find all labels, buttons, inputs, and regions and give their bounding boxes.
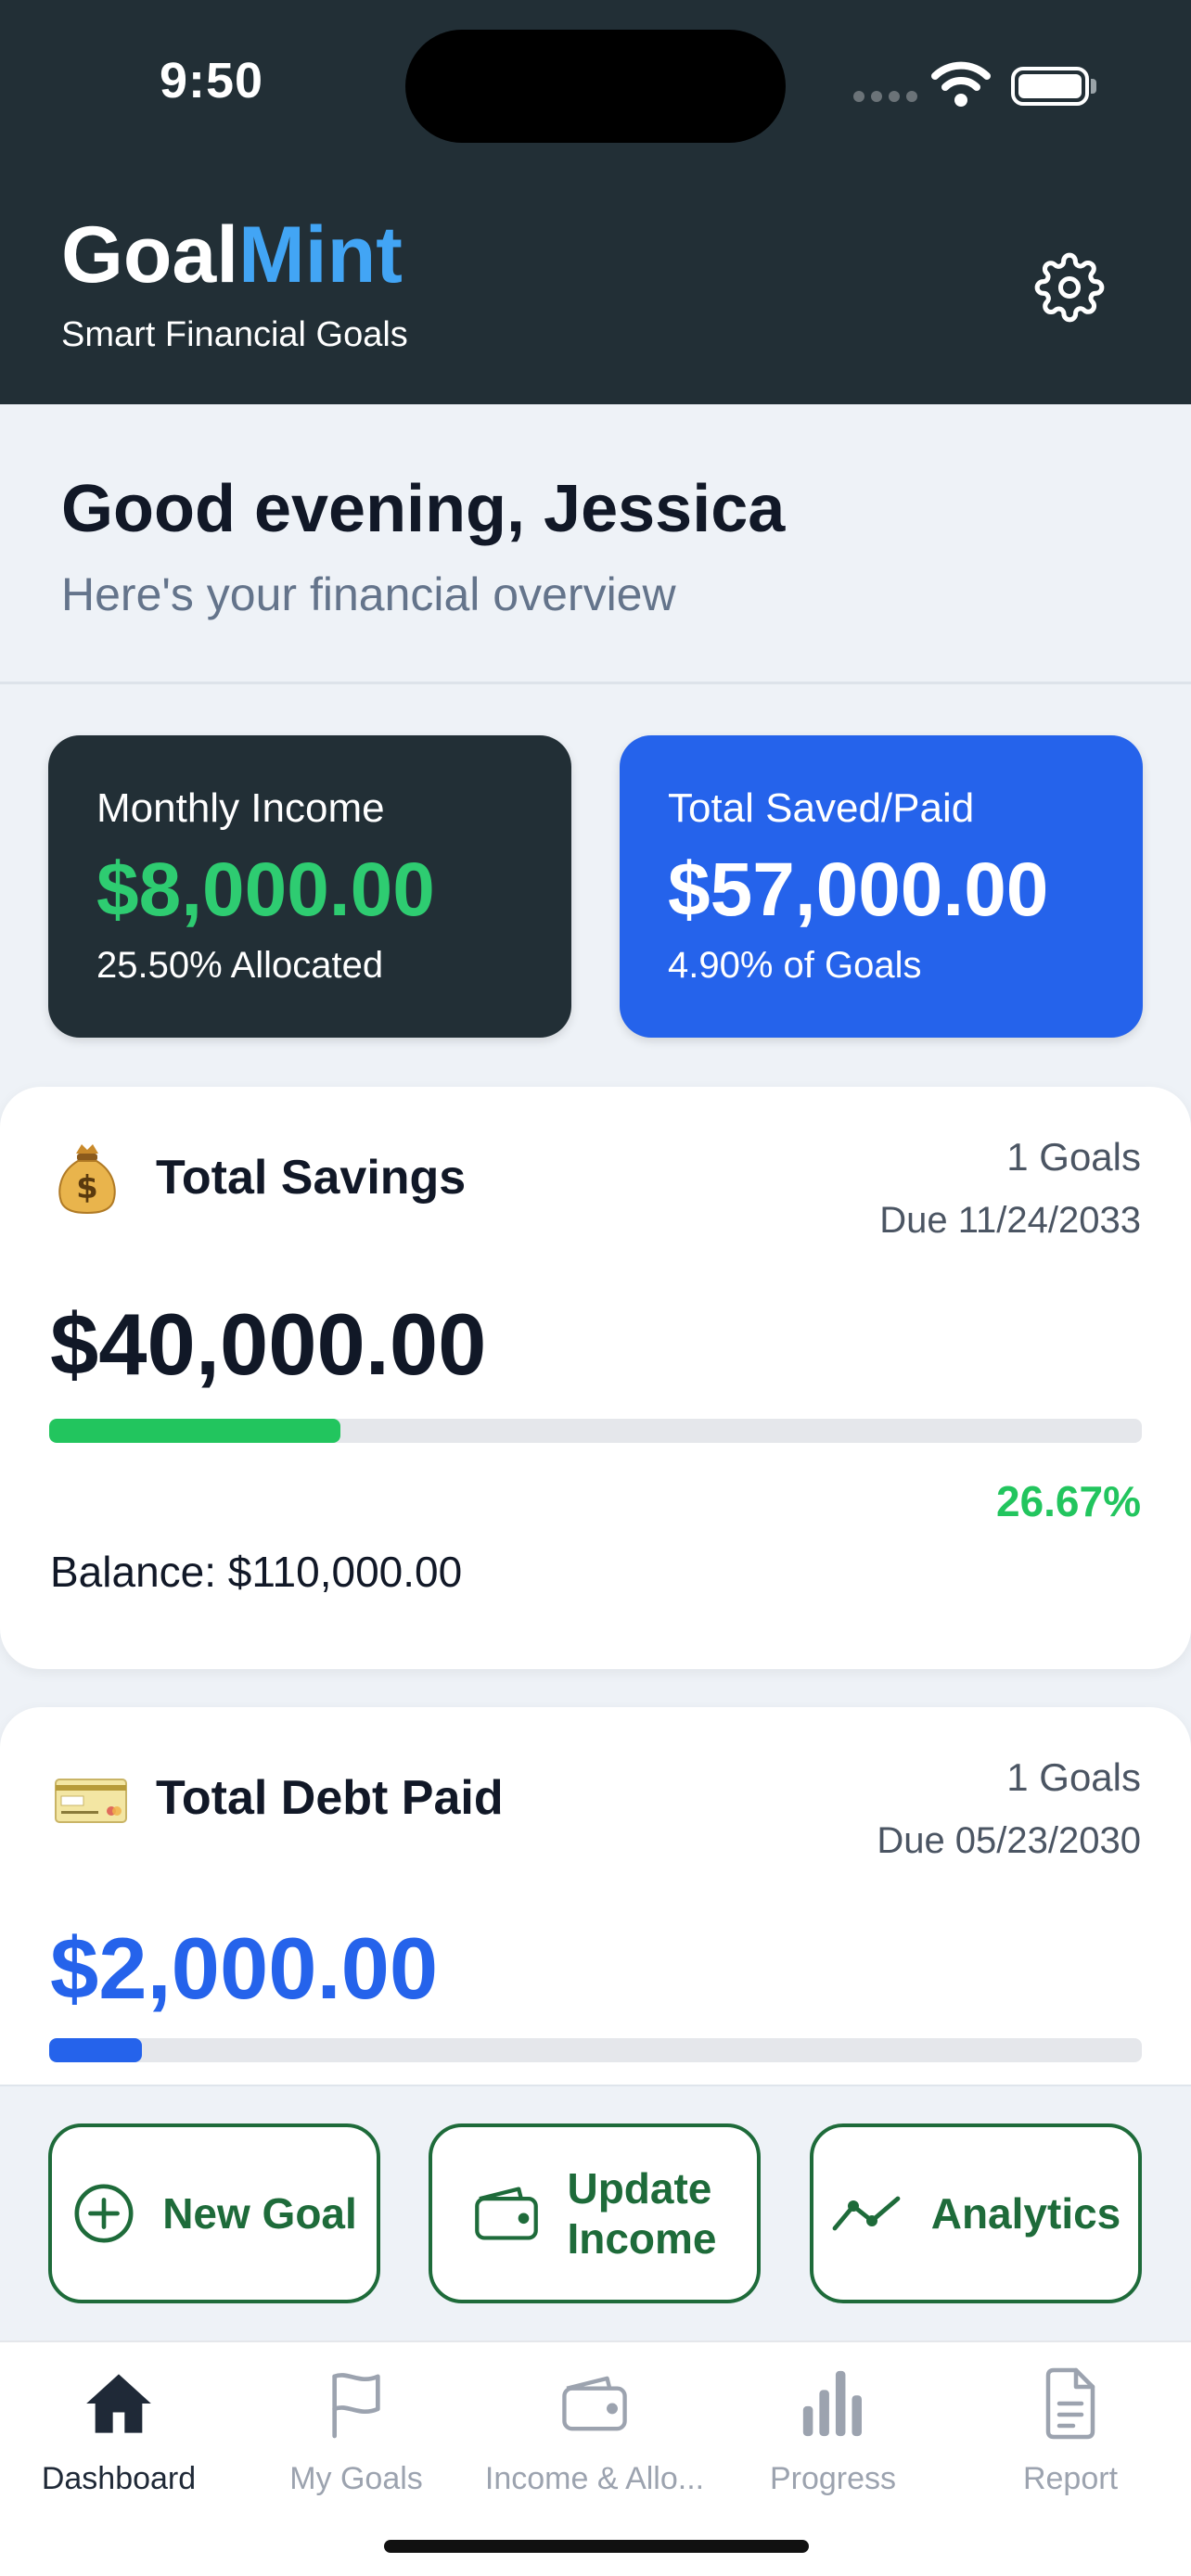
quick-actions-bar: New Goal Update Income Analytics	[0, 2085, 1191, 2340]
savings-progress-fill	[49, 1419, 341, 1443]
tab-income-allocation[interactable]: Income & Allo...	[476, 2366, 713, 2506]
savings-title: Total Savings	[156, 1151, 467, 1205]
debt-progress-fill	[49, 2038, 143, 2062]
battery-icon	[1011, 67, 1089, 106]
status-time: 9:50	[160, 53, 264, 108]
saved-label: Total Saved/Paid	[668, 785, 975, 831]
debt-due-date: Due 05/23/2030	[877, 1820, 1141, 1861]
greeting-subtitle: Here's your financial overview	[61, 568, 676, 620]
svg-text:$: $	[76, 1169, 98, 1206]
bar-chart-icon	[796, 2366, 870, 2441]
dynamic-island	[405, 30, 786, 143]
savings-amount: $40,000.00	[50, 1295, 487, 1393]
savings-balance: Balance: $110,000.00	[50, 1548, 463, 1596]
wallet-icon	[475, 2187, 539, 2240]
saved-percent: 4.90% of Goals	[668, 945, 922, 986]
wifi-icon	[931, 61, 991, 107]
flag-icon	[319, 2366, 393, 2441]
home-icon	[82, 2366, 156, 2441]
update-income-line1: Update	[567, 2163, 712, 2213]
savings-goal-count: 1 Goals	[1006, 1135, 1141, 1179]
monthly-income-card[interactable]: Monthly Income $8,000.00 25.50% Allocate…	[48, 735, 571, 1038]
greeting-title: Good evening, Jessica	[61, 472, 786, 546]
tab-label: Dashboard	[41, 2461, 197, 2496]
debt-progress-bar	[49, 2038, 1142, 2062]
analytics-button[interactable]: Analytics	[810, 2123, 1142, 2303]
gear-icon[interactable]	[1034, 252, 1105, 323]
greeting-section: Good evening, Jessica Here's your financ…	[0, 404, 1191, 684]
savings-progress-bar	[49, 1419, 1142, 1443]
app-tagline: Smart Financial Goals	[61, 315, 408, 354]
tab-label: Progress	[769, 2461, 897, 2496]
income-allocated: 25.50% Allocated	[96, 945, 384, 986]
total-savings-card[interactable]: $ Total Savings 1 Goals Due 11/24/2033 $…	[0, 1087, 1191, 1669]
trend-line-icon	[832, 2196, 901, 2231]
debt-goal-count: 1 Goals	[1006, 1755, 1141, 1799]
app-logo: GoalMint	[61, 210, 403, 300]
new-goal-label: New Goal	[162, 2188, 357, 2238]
cellular-signal-icon	[853, 91, 917, 102]
income-label: Monthly Income	[96, 785, 385, 831]
new-goal-button[interactable]: New Goal	[48, 2123, 380, 2303]
credit-card-icon	[55, 1779, 127, 1823]
plus-circle-icon	[74, 2184, 134, 2243]
tab-label: Report	[1022, 2461, 1119, 2496]
savings-due-date: Due 11/24/2033	[879, 1200, 1141, 1241]
home-indicator[interactable]	[384, 2540, 809, 2553]
total-saved-card[interactable]: Total Saved/Paid $57,000.00 4.90% of Goa…	[620, 735, 1143, 1038]
saved-value: $57,000.00	[668, 848, 1049, 932]
wallet-icon	[557, 2366, 632, 2441]
tab-my-goals[interactable]: My Goals	[237, 2366, 475, 2506]
tab-label: Income & Allo...	[484, 2461, 705, 2496]
tab-dashboard[interactable]: Dashboard	[0, 2366, 237, 2506]
tab-report[interactable]: Report	[952, 2366, 1189, 2506]
app-header: 9:50 GoalMint Smart Financial Goals	[0, 0, 1191, 404]
income-value: $8,000.00	[96, 848, 435, 932]
money-bag-icon: $	[58, 1144, 116, 1215]
debt-title: Total Debt Paid	[156, 1771, 504, 1825]
document-icon	[1033, 2366, 1108, 2441]
analytics-label: Analytics	[930, 2188, 1121, 2238]
update-income-button[interactable]: Update Income	[429, 2123, 761, 2303]
savings-percent: 26.67%	[995, 1477, 1141, 1525]
tab-progress[interactable]: Progress	[714, 2366, 952, 2506]
update-income-line2: Income	[567, 2214, 717, 2263]
tab-label: My Goals	[289, 2461, 423, 2496]
debt-amount: $2,000.00	[50, 1919, 439, 2017]
